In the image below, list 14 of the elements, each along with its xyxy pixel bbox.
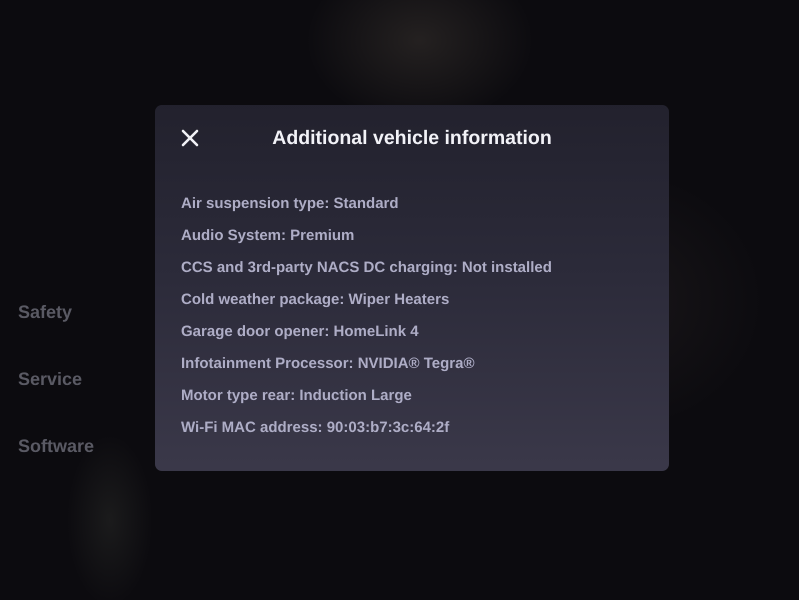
close-button[interactable] [180,128,200,148]
close-icon [181,129,199,147]
info-line: Motor type rear: Induction Large [181,386,412,406]
info-line: Infotainment Processor: NVIDIA® Tegra® [181,354,475,374]
info-line: CCS and 3rd-party NACS DC charging: Not installed [181,258,552,278]
menu-item[interactable]: Service [18,369,82,390]
info-line: Air suspension type: Standard [181,194,399,214]
info-line: Cold weather package: Wiper Heaters [181,290,450,310]
menu-item[interactable]: Safety [18,302,72,323]
info-line: Garage door opener: HomeLink 4 [181,322,419,342]
info-line: Wi-Fi MAC address: 90:03:b7:3c:64:2f [181,418,450,438]
menu-item[interactable]: Software [18,436,94,457]
dialog-title: Additional vehicle information [272,126,552,150]
info-line: Audio System: Premium [181,226,354,246]
